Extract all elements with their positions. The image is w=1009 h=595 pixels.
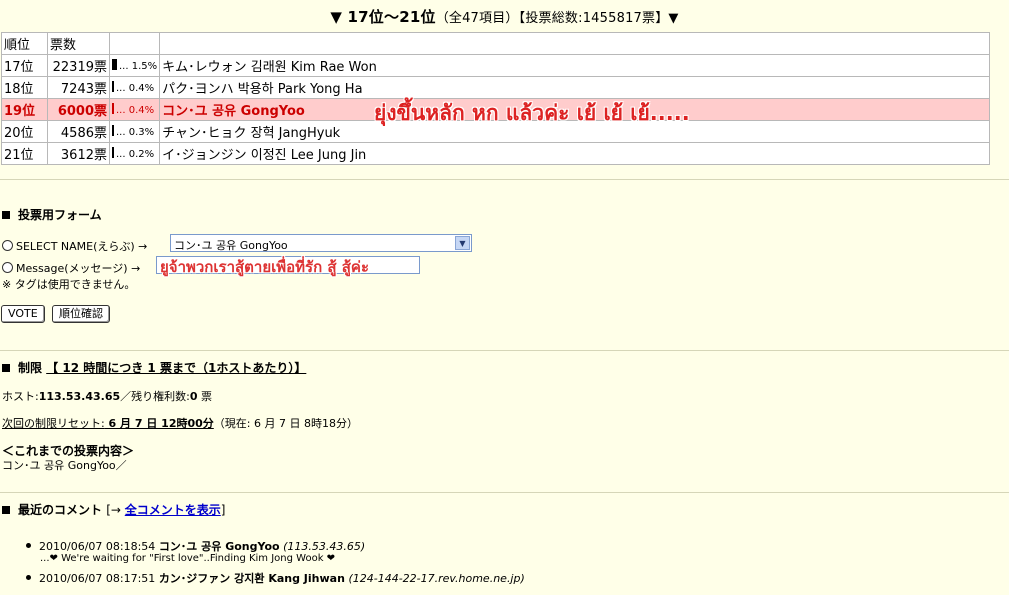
bar-label: ... 0.2% xyxy=(116,149,155,160)
vote-button[interactable]: VOTE xyxy=(1,305,45,323)
history-value: コン･ユ 공유 GongYoo／ xyxy=(2,459,127,472)
row-rank: 17位 xyxy=(1,54,48,77)
reset-time: 6 月 7 日 12時00分 xyxy=(104,417,214,430)
bar-label: ... 0.4% xyxy=(116,83,155,94)
row-bar: ... 0.4% xyxy=(108,98,161,121)
chevron-down-icon[interactable]: ▼ xyxy=(455,236,470,250)
message-annotation: ยูจ้าพวกเราสู้ตายเพื่อที่รัก สู้ สู้ค่ะ xyxy=(160,258,370,276)
square-bullet-icon xyxy=(2,506,10,514)
row-rank: 19位 xyxy=(1,98,48,121)
vote-bar xyxy=(112,125,114,136)
page-title: ▼ 17位〜21位（全47項目）【投票総数:1455817票】▼ xyxy=(0,6,1009,27)
title-summary: （全47項目）【投票総数:1455817票】▼ xyxy=(435,11,679,26)
divider xyxy=(0,179,1009,180)
tag-note: ※ タグは使用できません。 xyxy=(2,278,136,291)
table-header-row: 順位 票数 xyxy=(1,32,990,55)
header-rank: 順位 xyxy=(1,32,48,55)
comment-text: ...❤ We're waiting for "First love"..Fin… xyxy=(40,553,336,564)
row-bar: ... 0.2% xyxy=(108,142,161,165)
bar-label: ... 0.3% xyxy=(116,127,155,138)
vote-bar xyxy=(112,81,114,92)
row-bar: ... 1.5% xyxy=(108,54,161,77)
radio-message[interactable] xyxy=(2,262,13,273)
divider xyxy=(0,492,1009,493)
name-select[interactable]: コン･ユ 공유 GongYoo ▼ xyxy=(170,234,472,252)
header-votes: 票数 xyxy=(47,32,110,55)
divider xyxy=(0,350,1009,351)
table-row: 21位 3612票 ... 0.2% イ･ジョンジン 이정진 Lee Jung … xyxy=(1,142,990,165)
all-comments-link[interactable]: 全コメントを表示 xyxy=(125,503,221,517)
square-bullet-icon xyxy=(2,364,10,372)
table-row: 17位 22319票 ... 1.5% キム･レウォン 김래원 Kim Rae … xyxy=(1,54,990,77)
vote-bar xyxy=(112,103,114,114)
comment-ip: (124-144-22-17.rev.home.ne.jp) xyxy=(348,572,525,585)
row-votes: 4586票 xyxy=(47,120,110,143)
host-info: ホスト:113.53.43.65／残り権利数:0 票 xyxy=(2,390,213,403)
square-bullet-icon xyxy=(2,211,10,219)
form-heading: 投票用フォーム xyxy=(2,206,102,223)
row-bar: ... 0.3% xyxy=(108,120,161,143)
row-votes: 22319票 xyxy=(47,54,110,77)
remaining-votes: 0 xyxy=(189,390,198,403)
current-time: （現在: 6 月 7 日 8時18分） xyxy=(213,417,358,430)
limit-rule: 【 12 時間につき 1 票まで（1ホストあたり）】 xyxy=(46,361,307,375)
comments-heading: 最近のコメント [→ 全コメントを表示] xyxy=(2,501,225,518)
row-votes: 3612票 xyxy=(47,142,110,165)
select-name-option[interactable]: SELECT NAME(えらぶ) → xyxy=(2,238,147,254)
bullet-icon xyxy=(26,543,31,548)
comment-ip: (113.53.43.65) xyxy=(283,540,366,553)
check-rank-button[interactable]: 順位確認 xyxy=(52,305,110,323)
vote-bar xyxy=(112,147,114,158)
row-rank: 20位 xyxy=(1,120,48,143)
message-option[interactable]: Message(メッセージ) → xyxy=(2,260,140,276)
row-name: イ･ジョンジン 이정진 Lee Jung Jin xyxy=(159,142,990,165)
header-bar xyxy=(108,32,161,55)
row-votes: 7243票 xyxy=(47,76,110,99)
message-label: Message(メッセージ) → xyxy=(16,262,141,275)
select-value: コン･ユ 공유 GongYoo xyxy=(174,239,288,252)
comment-time: 2010/06/07 08:18:54 xyxy=(39,540,156,553)
row-votes: 6000票 xyxy=(47,98,110,121)
comment-author: カン･ジファン 강지환 Kang Jihwan xyxy=(158,572,345,585)
row-bar: ... 0.4% xyxy=(108,76,161,99)
title-range: ▼ 17位〜21位 xyxy=(330,8,436,26)
row-name: パク･ヨンハ 박용하 Park Yong Ha xyxy=(159,76,990,99)
comment-time: 2010/06/07 08:17:51 xyxy=(39,572,156,585)
row-rank: 21位 xyxy=(1,142,48,165)
list-item: 2010/06/07 08:18:54 コン･ユ 공유 GongYoo (113… xyxy=(26,538,365,554)
table-row: 18位 7243票 ... 0.4% パク･ヨンハ 박용하 Park Yong … xyxy=(1,76,990,99)
bar-label: ... 1.5% xyxy=(119,61,158,72)
bullet-icon xyxy=(26,575,31,580)
vote-bar xyxy=(112,59,117,70)
row-name: キム･レウォン 김래원 Kim Rae Won xyxy=(159,54,990,77)
radio-select-name[interactable] xyxy=(2,240,13,251)
row-rank: 18位 xyxy=(1,76,48,99)
header-name xyxy=(159,32,990,55)
reset-info: 次回の制限リセット: 6 月 7 日 12時00分（現在: 6 月 7 日 8時… xyxy=(2,417,358,430)
list-item: 2010/06/07 08:17:51 カン･ジファン 강지환 Kang Jih… xyxy=(26,570,525,586)
bar-label: ... 0.4% xyxy=(116,105,155,116)
limit-heading: 制限 【 12 時間につき 1 票まで（1ホストあたり）】 xyxy=(2,359,306,376)
comment-author: コン･ユ 공유 GongYoo xyxy=(158,540,280,553)
host-ip: 113.53.43.65 xyxy=(38,390,121,403)
select-name-label: SELECT NAME(えらぶ) → xyxy=(16,240,148,253)
highlight-annotation: ยุ่งขึ้นหลัก หก แล้วค่ะ เย้ เย้ เย้..... xyxy=(374,101,690,125)
